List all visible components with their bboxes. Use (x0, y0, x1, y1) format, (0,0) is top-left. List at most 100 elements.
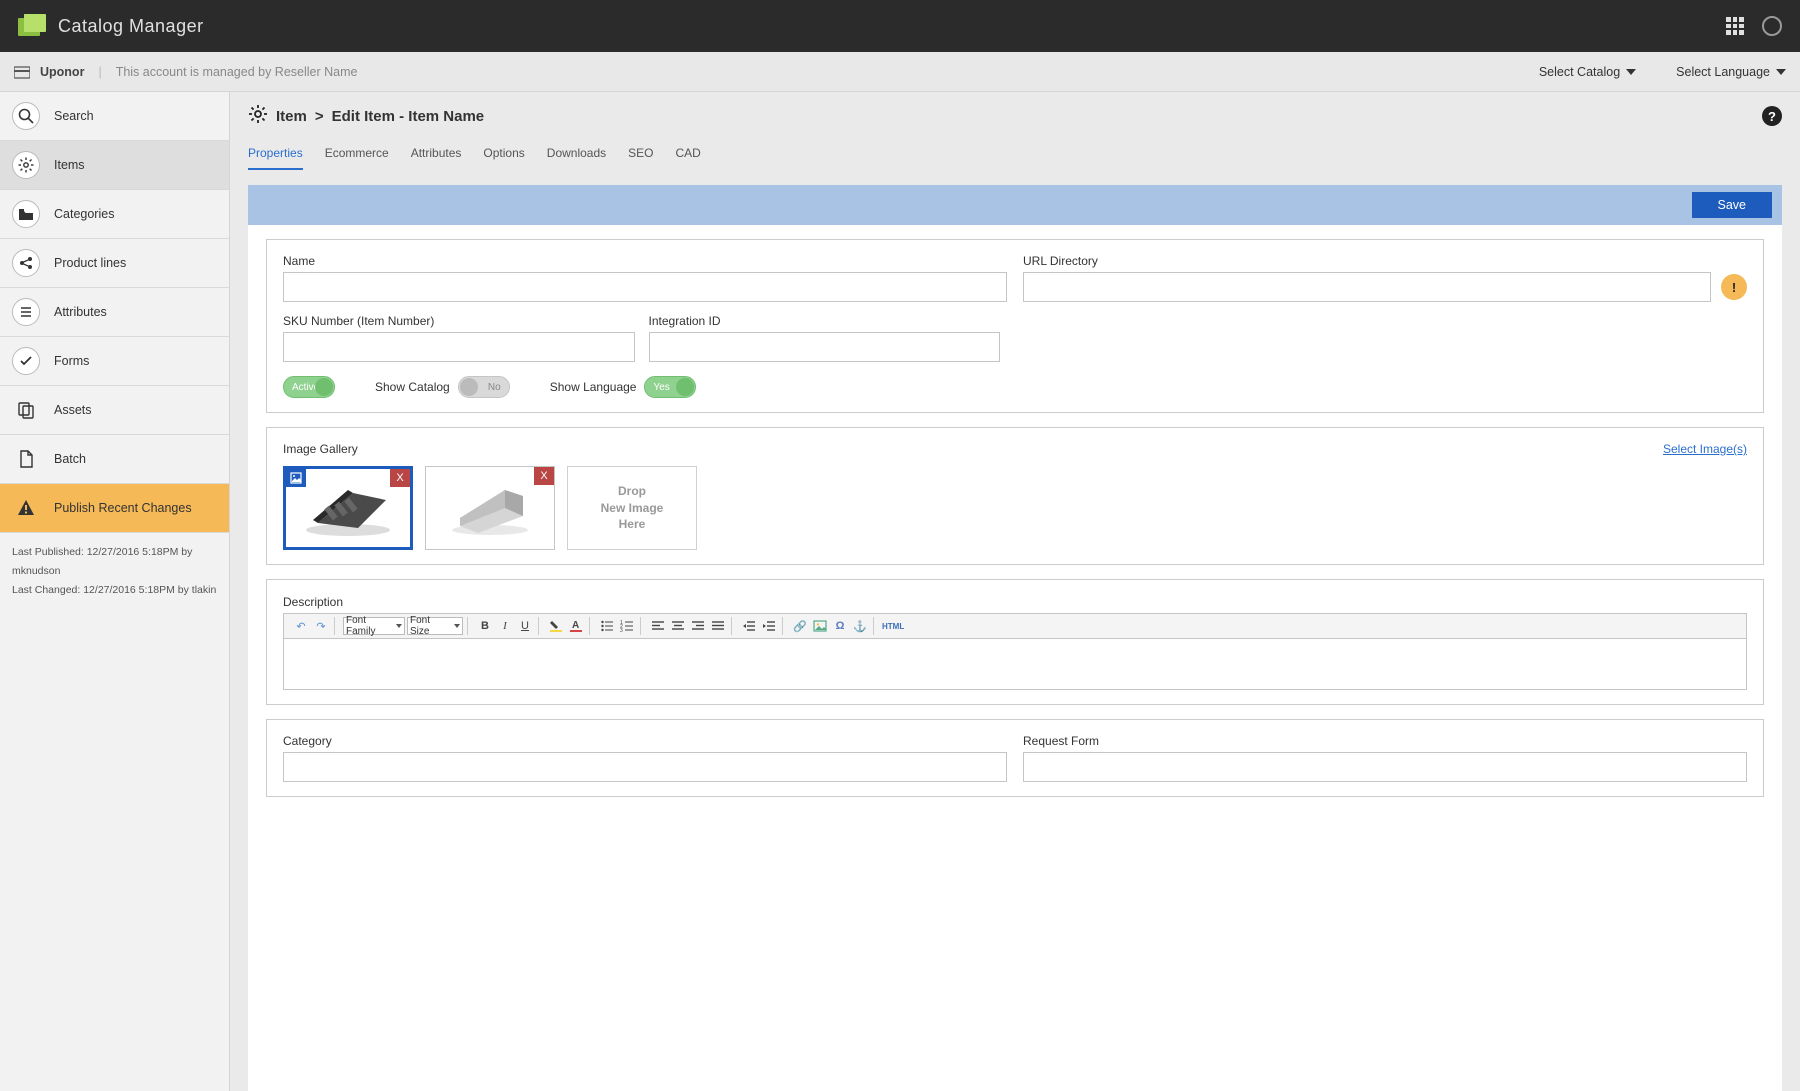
scroll-body[interactable]: Name URL Directory ! (248, 225, 1782, 1091)
category-input[interactable] (283, 752, 1007, 782)
bullet-list-icon[interactable] (598, 617, 616, 635)
drop-image-text: Drop New Image Here (601, 483, 664, 533)
sidebar-item-label: Categories (54, 207, 114, 221)
tab-downloads[interactable]: Downloads (547, 146, 606, 170)
breadcrumb: Item > Edit Item - Item Name (248, 104, 484, 128)
integration-id-input[interactable] (649, 332, 1001, 362)
copy-icon (12, 396, 40, 424)
sidebar-item-publish[interactable]: Publish Recent Changes (0, 484, 229, 533)
gallery-thumb-2[interactable]: X (425, 466, 555, 550)
caret-down-icon (1626, 69, 1636, 75)
gallery-thumb-1[interactable]: X (283, 466, 413, 550)
panel-description: Description ↶ ↷ Font Family Font Size (266, 579, 1764, 705)
sidebar-item-forms[interactable]: Forms (0, 337, 229, 386)
sidebar-item-label: Forms (54, 354, 89, 368)
undo-icon[interactable]: ↶ (292, 617, 310, 635)
sku-input[interactable] (283, 332, 635, 362)
warning-badge-icon[interactable]: ! (1721, 274, 1747, 300)
show-language-toggle[interactable]: Yes (644, 376, 696, 398)
request-form-input[interactable] (1023, 752, 1747, 782)
name-label: Name (283, 254, 1007, 268)
link-icon[interactable]: 🔗 (791, 617, 809, 635)
sidebar: Search Items Categories Product lines At… (0, 92, 230, 1091)
share-icon (12, 249, 40, 277)
highlight-color-icon[interactable] (547, 617, 565, 635)
select-catalog-label: Select Catalog (1539, 65, 1620, 79)
show-catalog-label: Show Catalog (375, 380, 450, 394)
subbar-right: Select Catalog Select Language (1539, 65, 1786, 79)
insert-image-icon[interactable] (811, 617, 829, 635)
sidebar-item-categories[interactable]: Categories (0, 190, 229, 239)
sub-bar: Uponor | This account is managed by Rese… (0, 52, 1800, 92)
panel-image-gallery: Image Gallery Select Image(s) X (266, 427, 1764, 565)
align-right-icon[interactable] (689, 617, 707, 635)
bold-icon[interactable]: B (476, 617, 494, 635)
select-language-label: Select Language (1676, 65, 1770, 79)
app-logo-icon (18, 14, 48, 38)
font-family-select[interactable]: Font Family (343, 617, 405, 635)
active-toggle[interactable]: Active (283, 376, 335, 398)
sidebar-item-label: Publish Recent Changes (54, 501, 192, 515)
name-input[interactable] (283, 272, 1007, 302)
profile-circle-icon[interactable] (1762, 16, 1782, 36)
align-justify-icon[interactable] (709, 617, 727, 635)
select-language-dropdown[interactable]: Select Language (1676, 65, 1786, 79)
redo-icon[interactable]: ↷ (312, 617, 330, 635)
caret-down-icon (1776, 69, 1786, 75)
category-label: Category (283, 734, 1007, 748)
sidebar-item-batch[interactable]: Batch (0, 435, 229, 484)
last-changed-text: Last Changed: 12/27/2016 5:18PM by tlaki… (12, 581, 217, 600)
sidebar-item-assets[interactable]: Assets (0, 386, 229, 435)
breadcrumb-section[interactable]: Item (276, 108, 307, 125)
remove-image-button[interactable]: X (534, 467, 554, 485)
topbar-right (1726, 16, 1782, 36)
tab-cad[interactable]: CAD (676, 146, 701, 170)
anchor-icon[interactable]: ⚓ (851, 617, 869, 635)
save-button[interactable]: Save (1692, 192, 1773, 218)
omega-icon[interactable]: Ω (831, 617, 849, 635)
save-bar: Save (248, 185, 1782, 225)
indent-icon[interactable] (760, 617, 778, 635)
sidebar-item-attributes[interactable]: Attributes (0, 288, 229, 337)
tab-attributes[interactable]: Attributes (411, 146, 462, 170)
breadcrumb-page: Edit Item - Item Name (332, 108, 485, 125)
description-title: Description (283, 595, 343, 609)
url-directory-input[interactable] (1023, 272, 1711, 302)
tab-seo[interactable]: SEO (628, 146, 653, 170)
product-image-2 (445, 478, 535, 538)
tab-options[interactable]: Options (483, 146, 524, 170)
align-left-icon[interactable] (649, 617, 667, 635)
last-published-text: Last Published: 12/27/2016 5:18PM by mkn… (12, 543, 217, 581)
sidebar-item-search[interactable]: Search (0, 92, 229, 141)
folder-icon (12, 200, 40, 228)
url-directory-label: URL Directory (1023, 254, 1711, 268)
panel-basic: Name URL Directory ! (266, 239, 1764, 413)
rte-toolbar: ↶ ↷ Font Family Font Size B I U (283, 613, 1747, 638)
select-images-link[interactable]: Select Image(s) (1663, 442, 1747, 456)
help-icon[interactable]: ? (1762, 106, 1782, 126)
show-catalog-toggle[interactable]: No (458, 376, 510, 398)
tab-properties[interactable]: Properties (248, 146, 303, 170)
show-language-value: Yes (653, 382, 669, 393)
html-source-button[interactable]: HTML (882, 617, 904, 635)
outdent-icon[interactable] (740, 617, 758, 635)
italic-icon[interactable]: I (496, 617, 514, 635)
tab-ecommerce[interactable]: Ecommerce (325, 146, 389, 170)
sidebar-meta: Last Published: 12/27/2016 5:18PM by mkn… (0, 533, 229, 610)
numbered-list-icon[interactable]: 123 (618, 617, 636, 635)
sidebar-item-product-lines[interactable]: Product lines (0, 239, 229, 288)
select-catalog-dropdown[interactable]: Select Catalog (1539, 65, 1636, 79)
drop-image-zone[interactable]: Drop New Image Here (567, 466, 697, 550)
apps-grid-icon[interactable] (1726, 17, 1744, 35)
align-center-icon[interactable] (669, 617, 687, 635)
subbar-left: Uponor | This account is managed by Rese… (14, 65, 357, 79)
font-size-select[interactable]: Font Size (407, 617, 463, 635)
sku-label: SKU Number (Item Number) (283, 314, 635, 328)
request-form-label: Request Form (1023, 734, 1747, 748)
sidebar-item-items[interactable]: Items (0, 141, 229, 190)
text-color-icon[interactable]: A (567, 617, 585, 635)
underline-icon[interactable]: U (516, 617, 534, 635)
main-area: Item > Edit Item - Item Name ? Propertie… (230, 92, 1800, 1091)
description-editor[interactable] (283, 638, 1747, 690)
tabs: Properties Ecommerce Attributes Options … (248, 146, 1782, 171)
